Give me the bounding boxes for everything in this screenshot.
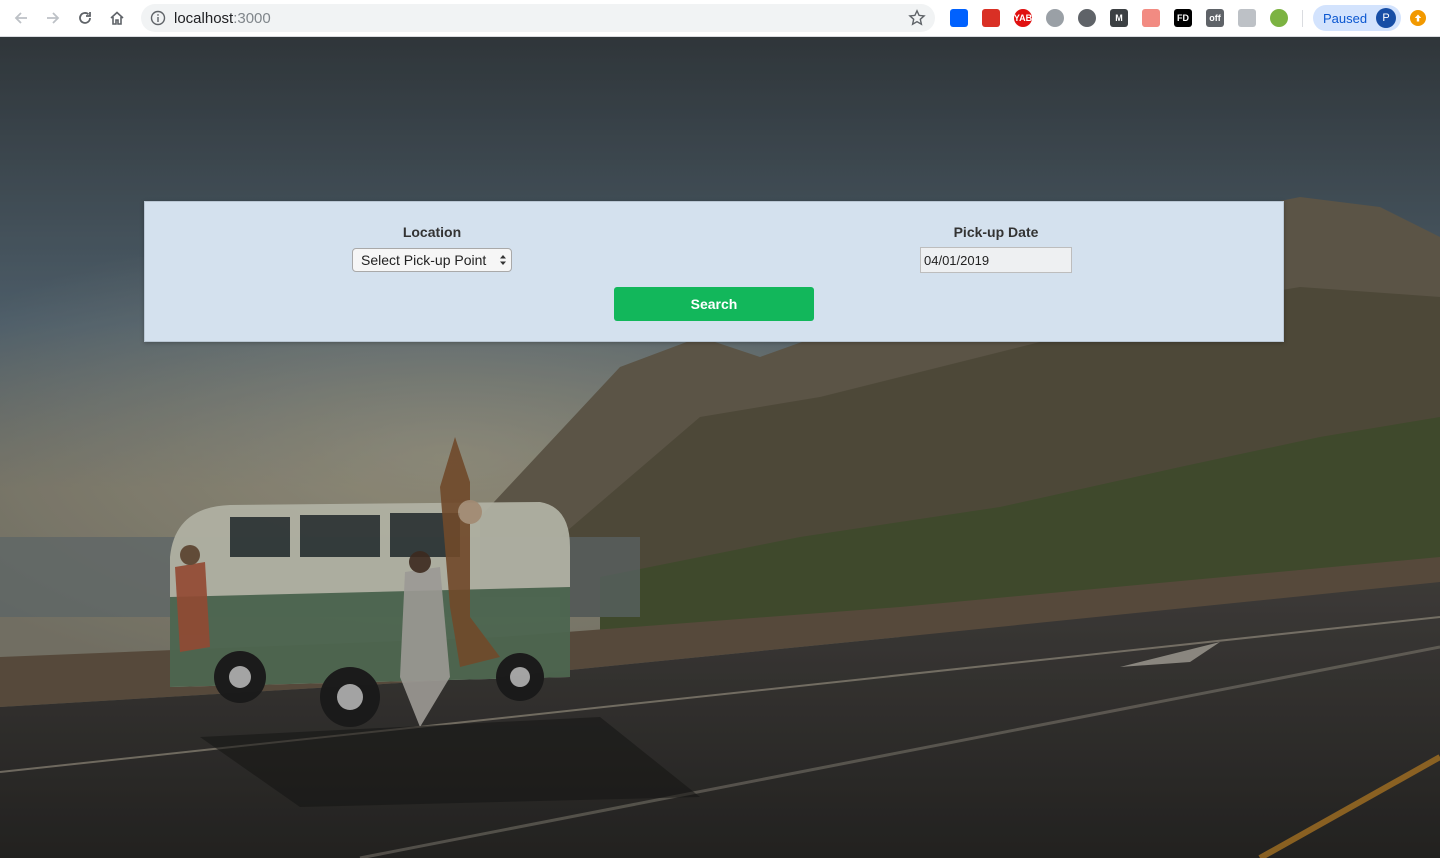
page-viewport: Location Select Pick-up Point Pick-up Da… <box>0 37 1440 858</box>
profile-status-label: Paused <box>1323 11 1368 26</box>
back-arrow-icon <box>14 12 27 24</box>
code-braces-icon[interactable] <box>1078 9 1096 27</box>
reload-icon <box>79 12 91 24</box>
select-arrows-icon <box>500 255 506 265</box>
globe-icon[interactable] <box>1046 9 1064 27</box>
extension-red-icon[interactable] <box>982 9 1000 27</box>
browser-toolbar: localhost:3000 YAB M FD off Paused P <box>0 0 1440 37</box>
update-icon[interactable] <box>1410 10 1426 26</box>
background-photo <box>0 37 1440 858</box>
dropbox-icon[interactable] <box>950 9 968 27</box>
back-button[interactable] <box>9 6 33 30</box>
url-port: :3000 <box>233 10 271 27</box>
avatar: P <box>1376 8 1396 28</box>
off-badge-icon[interactable]: off <box>1206 9 1224 27</box>
search-button[interactable]: Search <box>614 287 814 321</box>
yab-icon[interactable]: YAB <box>1014 9 1032 27</box>
forward-arrow-icon <box>47 12 60 24</box>
url-host: localhost <box>174 10 234 27</box>
url-text[interactable]: localhost:3000 <box>174 10 271 27</box>
location-select-value: Select Pick-up Point <box>361 252 487 268</box>
location-select[interactable]: Select Pick-up Point <box>352 248 512 272</box>
pickup-date-field[interactable] <box>920 247 1072 273</box>
forward-button[interactable] <box>41 6 65 30</box>
address-bar[interactable]: localhost:3000 <box>141 4 935 32</box>
send-arrow-icon[interactable] <box>1142 9 1160 27</box>
profile-button[interactable]: Paused P <box>1313 5 1401 31</box>
pickup-date-label: Pick-up Date <box>953 224 1039 240</box>
chat-bubble-icon[interactable] <box>1238 9 1256 27</box>
location-label: Location <box>402 224 462 240</box>
toolbar-divider <box>1302 10 1303 27</box>
bookmark-star-icon[interactable] <box>908 9 926 27</box>
yab-label: YAB <box>1013 13 1033 23</box>
m-icon[interactable]: M <box>1110 9 1128 27</box>
home-icon <box>110 11 124 25</box>
fd-label: FD <box>1177 13 1189 23</box>
m-label: M <box>1115 13 1123 23</box>
home-button[interactable] <box>105 6 129 30</box>
off-badge-label: off <box>1209 13 1221 23</box>
search-panel: Location Select Pick-up Point Pick-up Da… <box>144 201 1284 342</box>
fd-icon[interactable]: FD <box>1174 9 1192 27</box>
info-icon[interactable] <box>150 10 166 26</box>
green-leaf-icon[interactable] <box>1270 9 1288 27</box>
reload-button[interactable] <box>73 6 97 30</box>
